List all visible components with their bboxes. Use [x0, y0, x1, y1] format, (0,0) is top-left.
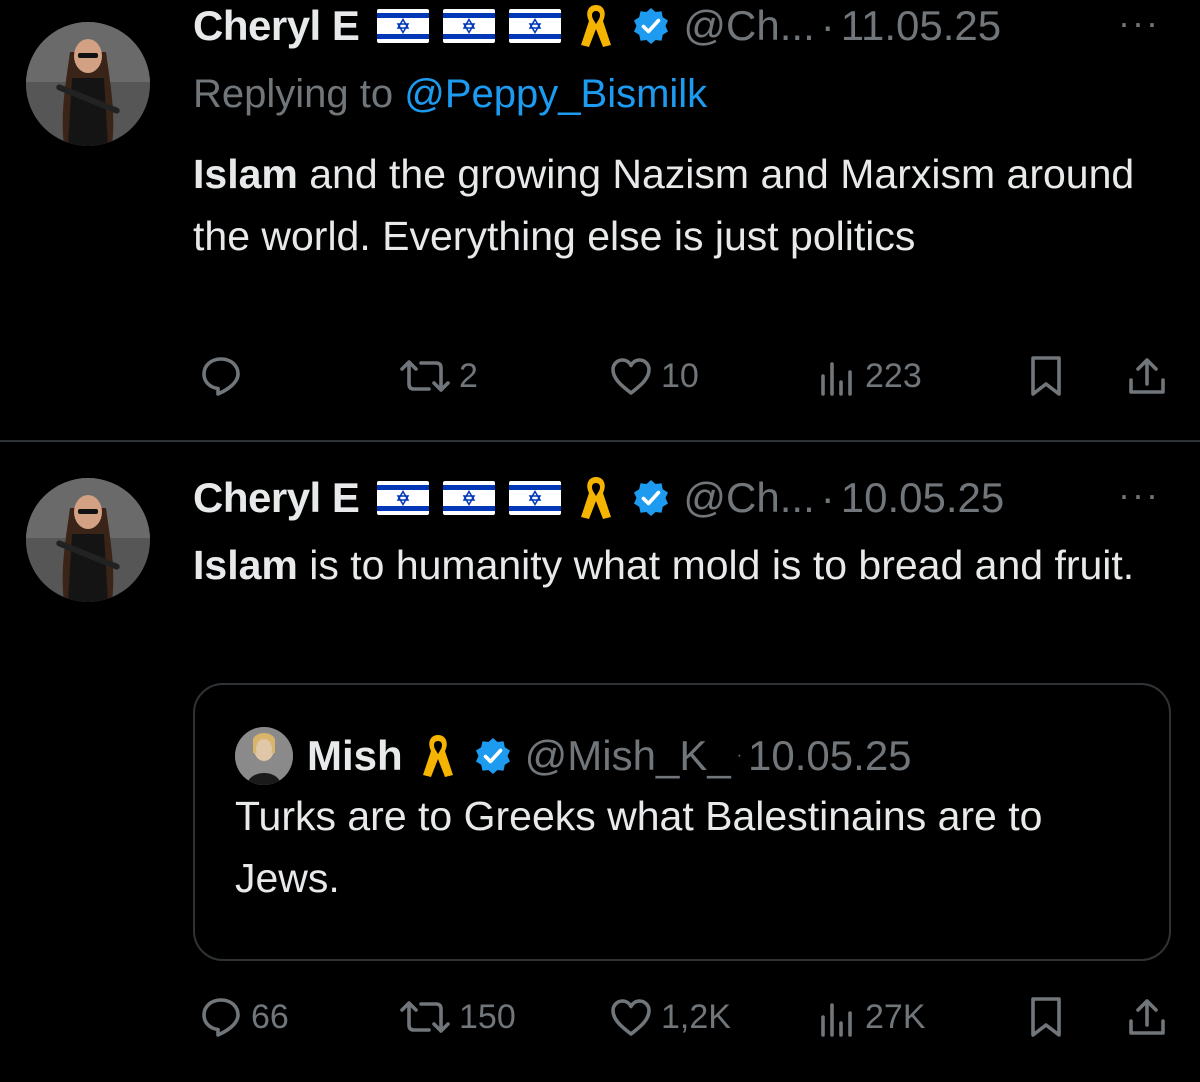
more-options-icon[interactable]: ···: [1118, 2, 1160, 44]
reply-icon: [199, 995, 243, 1039]
like-button[interactable]: 1,2K: [609, 992, 731, 1042]
tweet-header: Cheryl E @Ch... · 11.05.25 ···: [193, 0, 1160, 54]
replying-to-handle[interactable]: @Peppy_Bismilk: [404, 72, 707, 116]
repost-count: 150: [459, 997, 516, 1036]
like-count: 10: [661, 356, 699, 395]
quoted-tweet-header: Mish @Mish_K_ · 10.05.25: [235, 727, 912, 785]
repost-icon: [399, 995, 451, 1039]
bookmark-icon: [1026, 995, 1066, 1039]
separator: ·: [820, 2, 835, 49]
repost-count: 2: [459, 356, 478, 395]
share-button[interactable]: [1125, 351, 1169, 401]
separator: ·: [820, 474, 835, 521]
repost-button[interactable]: 2: [399, 351, 478, 401]
replying-to: Replying to @Peppy_Bismilk: [193, 72, 707, 117]
heart-icon: [609, 995, 653, 1039]
israel-flag-icon: [443, 481, 495, 515]
action-bar: 66 150 1,2K 27K: [193, 992, 1173, 1042]
yellow-ribbon-icon: [579, 1, 613, 51]
quoted-tweet-date[interactable]: 10.05.25: [748, 732, 912, 780]
reply-icon: [199, 354, 243, 398]
repost-icon: [399, 354, 451, 398]
verified-badge-icon[interactable]: [631, 6, 671, 46]
israel-flag-icon: [377, 9, 429, 43]
replying-to-label: Replying to: [193, 72, 394, 116]
tweet-text-rest: is to humanity what mold is to bread and…: [297, 542, 1135, 588]
view-count: 27K: [865, 997, 926, 1036]
avatar[interactable]: [26, 22, 150, 146]
heart-icon: [609, 354, 653, 398]
like-button[interactable]: 10: [609, 351, 699, 401]
bookmark-button[interactable]: [1026, 351, 1066, 401]
like-count: 1,2K: [661, 997, 731, 1036]
repost-button[interactable]: 150: [399, 992, 516, 1042]
tweet-header: Cheryl E @Ch... · 10.05.25 ···: [193, 470, 1160, 526]
reply-button[interactable]: 66: [199, 992, 289, 1042]
tweet-text-rest: and the growing Nazism and Marxism aroun…: [193, 151, 1135, 259]
yellow-ribbon-icon: [579, 473, 613, 523]
author-name[interactable]: Cheryl E: [193, 2, 360, 50]
israel-flag-icon: [377, 481, 429, 515]
share-icon: [1125, 995, 1169, 1039]
view-count: 223: [865, 356, 922, 395]
quoted-tweet[interactable]: Mish @Mish_K_ · 10.05.25 Turks are to Gr…: [193, 683, 1171, 961]
author-handle[interactable]: @Ch...: [683, 2, 814, 50]
quoted-author-handle[interactable]: @Mish_K_: [525, 732, 731, 780]
tweet[interactable]: Cheryl E @Ch... · 11.05.25 ··· Replying …: [0, 0, 1200, 440]
quoted-author-name[interactable]: Mish: [307, 732, 403, 780]
share-button[interactable]: [1125, 992, 1169, 1042]
yellow-ribbon-icon: [421, 731, 455, 781]
reply-button[interactable]: [199, 351, 243, 401]
views-button[interactable]: 27K: [817, 992, 926, 1042]
quoted-avatar[interactable]: [235, 727, 293, 785]
israel-flag-icon: [509, 9, 561, 43]
tweet-text-bold: Islam: [193, 151, 298, 197]
views-icon: [817, 354, 857, 398]
author-handle[interactable]: @Ch...: [683, 474, 814, 522]
share-icon: [1125, 354, 1169, 398]
action-bar: 2 10 223: [193, 351, 1173, 401]
tweet-date[interactable]: 11.05.25: [841, 2, 1001, 50]
tweet-text: Islam and the growing Nazism and Marxism…: [193, 143, 1153, 267]
israel-flag-icon: [443, 9, 495, 43]
reply-count: 66: [251, 997, 289, 1036]
views-icon: [817, 995, 857, 1039]
quoted-tweet-text: Turks are to Greeks what Balestinains ar…: [235, 793, 1043, 901]
more-options-icon[interactable]: ···: [1118, 474, 1160, 516]
views-button[interactable]: 223: [817, 351, 922, 401]
bookmark-icon: [1026, 354, 1066, 398]
verified-badge-icon[interactable]: [631, 478, 671, 518]
separator: ·: [736, 747, 743, 764]
tweet-date[interactable]: 10.05.25: [841, 474, 1005, 522]
bookmark-button[interactable]: [1026, 992, 1066, 1042]
tweet-text: Islam is to humanity what mold is to bre…: [193, 534, 1153, 596]
israel-flag-icon: [509, 481, 561, 515]
avatar[interactable]: [26, 478, 150, 602]
tweet-text-bold: Islam: [193, 542, 298, 588]
author-name[interactable]: Cheryl E: [193, 474, 360, 522]
verified-badge-icon[interactable]: [473, 736, 513, 776]
